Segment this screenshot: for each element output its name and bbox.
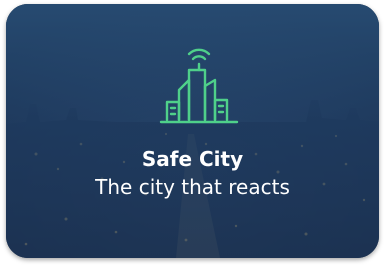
card-subtitle: The city that reacts bbox=[95, 175, 290, 199]
smart-city-icon bbox=[159, 48, 239, 124]
card-title: Safe City bbox=[141, 147, 244, 171]
safe-city-card[interactable]: Safe City The city that reacts bbox=[6, 4, 379, 258]
